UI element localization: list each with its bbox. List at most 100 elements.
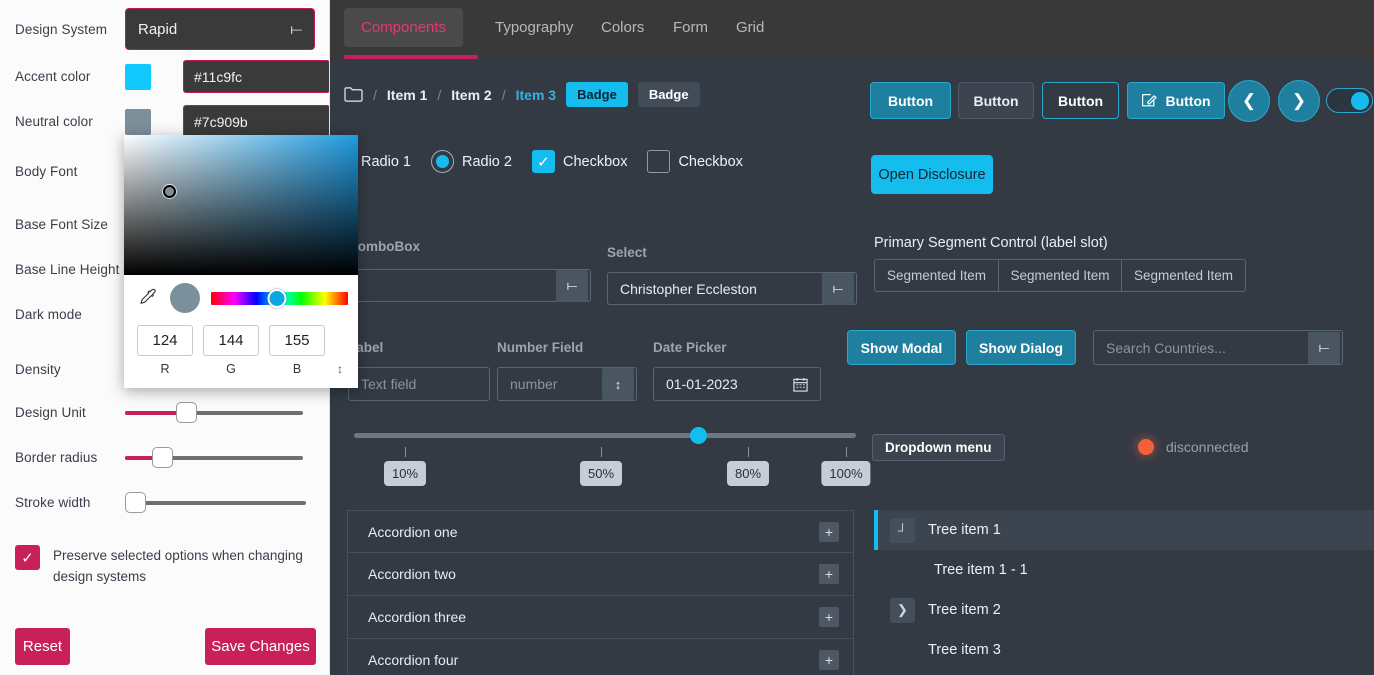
combobox-chevron-down-icon[interactable]: ⟝	[556, 269, 588, 302]
next-button[interactable]: ❯	[1278, 80, 1320, 122]
tree-item[interactable]: ❯ Tree item 2	[874, 590, 1374, 630]
neutral-color-row: Neutral color #7c909b	[0, 105, 329, 138]
button-outline[interactable]: Button	[1042, 82, 1119, 119]
tab-colors[interactable]: Colors	[584, 8, 661, 47]
saturation-value-area[interactable]	[124, 135, 358, 275]
segmented-item-3[interactable]: Segmented Item	[1122, 259, 1246, 292]
badge-accent: Badge	[566, 82, 628, 107]
design-system-row: Design System Rapid ⟝	[0, 8, 329, 50]
accordion-expand-icon[interactable]: +	[819, 521, 839, 542]
checkbox-2[interactable]	[647, 150, 671, 173]
slider-tick-80	[748, 447, 749, 457]
accordion-item[interactable]: Accordion four +	[347, 639, 854, 675]
previous-button[interactable]: ❮	[1228, 80, 1270, 122]
combobox-label: ComboBox	[348, 239, 420, 254]
design-system-select[interactable]: Rapid ⟝	[125, 8, 315, 50]
accent-color-swatch[interactable]	[125, 63, 151, 90]
percent-slider-thumb[interactable]	[690, 427, 707, 444]
accordion-item[interactable]: Accordion one +	[347, 510, 854, 553]
accent-color-input[interactable]: #11c9fc	[183, 60, 329, 93]
search-chevron-down-icon[interactable]: ⟝	[1308, 331, 1340, 364]
show-dialog-button[interactable]: Show Dialog	[966, 330, 1076, 365]
number-field-placeholder: number	[510, 376, 558, 392]
tab-typography[interactable]: Typography	[478, 8, 590, 47]
border-radius-slider[interactable]	[125, 446, 303, 468]
red-input[interactable]: 124	[137, 325, 193, 356]
tree-expand-icon[interactable]: ❯	[890, 597, 915, 623]
stroke-width-slider[interactable]	[125, 491, 306, 513]
open-disclosure-button[interactable]: Open Disclosure	[871, 155, 993, 194]
accordion-expand-icon[interactable]: +	[819, 607, 839, 627]
color-format-stepper-icon[interactable]: ↕	[337, 362, 343, 376]
tree-item[interactable]: Tree item 3	[874, 630, 1374, 670]
show-modal-button[interactable]: Show Modal	[847, 330, 956, 365]
segmented-item-1[interactable]: Segmented Item	[874, 259, 998, 292]
design-unit-label: Design Unit	[15, 405, 86, 420]
folder-icon[interactable]	[344, 86, 363, 103]
text-field-input[interactable]: Text field	[348, 367, 490, 401]
hue-slider-thumb[interactable]	[267, 288, 287, 308]
number-stepper-icon[interactable]: ↕	[602, 368, 634, 400]
tab-form[interactable]: Form	[656, 8, 725, 47]
search-countries-input[interactable]: Search Countries... ⟝	[1093, 330, 1343, 365]
accordion-item[interactable]: Accordion two +	[347, 553, 854, 596]
base-line-height-label: Base Line Height	[15, 262, 120, 277]
green-input[interactable]: 144	[203, 325, 259, 356]
color-picker-popup[interactable]: 124 144 155 R G B ↕	[124, 135, 358, 388]
toggle-switch-knob	[1351, 91, 1369, 110]
neutral-color-input[interactable]: #7c909b	[183, 105, 329, 138]
radio-2[interactable]	[430, 150, 454, 173]
accordion-item[interactable]: Accordion three +	[347, 596, 854, 639]
stroke-width-slider-thumb[interactable]	[125, 491, 146, 513]
button-with-icon-label: Button	[1165, 92, 1211, 109]
accordion-expand-icon[interactable]: +	[819, 650, 839, 670]
accordion-item-label: Accordion one	[368, 523, 458, 540]
blue-input[interactable]: 155	[269, 325, 325, 356]
percent-slider-track[interactable]	[354, 433, 856, 438]
hue-slider[interactable]	[211, 288, 348, 308]
accordion-item-label: Accordion four	[368, 652, 459, 668]
accordion-expand-icon[interactable]: +	[819, 564, 839, 584]
border-radius-slider-thumb[interactable]	[152, 446, 173, 468]
date-picker-input[interactable]: 01-01-2023	[653, 367, 821, 401]
breadcrumb-item-2[interactable]: Item 2	[451, 87, 491, 103]
select-chevron-down-icon[interactable]: ⟝	[822, 272, 854, 305]
calendar-icon[interactable]	[793, 377, 808, 392]
button-primary-1[interactable]: Button	[870, 82, 951, 119]
accordion-item-label: Accordion two	[368, 566, 456, 582]
tree-collapse-icon[interactable]: ┘	[890, 517, 915, 543]
neutral-color-label: Neutral color	[15, 114, 93, 129]
rgb-labels: R G B ↕	[124, 356, 358, 376]
tab-components[interactable]: Components	[344, 8, 464, 47]
segmented-item-2[interactable]: Segmented Item	[998, 259, 1122, 292]
toggle-switch[interactable]	[1326, 88, 1373, 113]
button-neutral[interactable]: Button	[958, 82, 1034, 119]
neutral-color-swatch[interactable]	[125, 108, 151, 135]
reset-button[interactable]: Reset	[15, 628, 70, 665]
save-changes-button[interactable]: Save Changes	[205, 628, 316, 665]
blue-label: B	[292, 362, 302, 376]
breadcrumb-item-1[interactable]: Item 1	[387, 87, 427, 103]
status-indicator-dot	[1138, 439, 1154, 455]
combobox-input[interactable]: ⟝	[348, 269, 591, 302]
dropdown-menu-button[interactable]: Dropdown menu	[872, 434, 1005, 461]
preserve-options-checkbox[interactable]: ✓	[15, 545, 40, 570]
tab-grid[interactable]: Grid	[719, 8, 781, 47]
accordion: Accordion one + Accordion two + Accordio…	[347, 510, 854, 675]
saturation-value-cursor[interactable]	[163, 185, 176, 198]
select-input[interactable]: Christopher Eccleston ⟝	[607, 272, 857, 305]
eyedropper-icon[interactable]	[137, 287, 159, 309]
tree-item[interactable]: Tree item 1 - 1	[874, 550, 1374, 590]
slider-tick-10	[405, 447, 406, 457]
tree-item-label: Tree item 1	[928, 522, 1001, 538]
design-unit-slider-thumb[interactable]	[176, 401, 197, 423]
design-unit-slider[interactable]	[125, 401, 303, 423]
number-field-input[interactable]: number ↕	[497, 367, 637, 401]
slider-tick-100	[846, 447, 847, 457]
breadcrumb-separator-1: /	[373, 86, 377, 103]
checkbox-1[interactable]: ✓	[531, 150, 555, 173]
button-with-icon[interactable]: Button	[1127, 82, 1225, 119]
tree-item[interactable]: ┘ Tree item 1	[874, 510, 1374, 550]
breadcrumb-item-3[interactable]: Item 3	[516, 87, 556, 103]
dark-mode-label: Dark mode	[15, 307, 82, 322]
